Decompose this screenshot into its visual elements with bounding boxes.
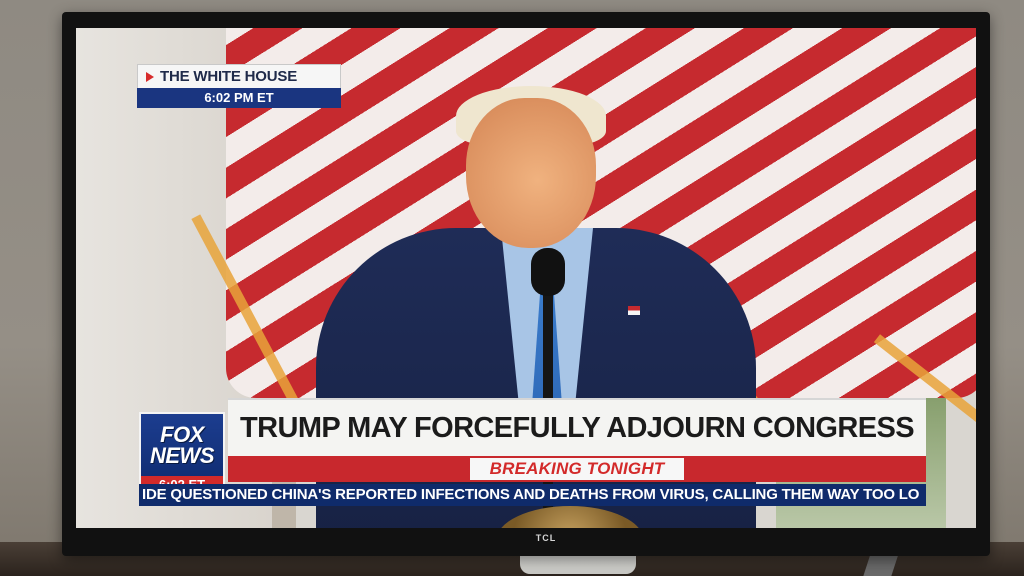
news-ticker: IDE QUESTIONED CHINA'S REPORTED INFECTIO… — [139, 484, 926, 506]
network-logo-top: FOX — [160, 422, 204, 447]
breaking-bar: BREAKING TONIGHT — [228, 456, 926, 482]
location-bug: THE WHITE HOUSE 6:02 PM ET — [137, 64, 341, 109]
flag-pin — [628, 306, 640, 315]
tv-screen: THE WHITE HOUSE 6:02 PM ET FOX NEWS 6:02… — [76, 28, 976, 528]
location-title-bar: THE WHITE HOUSE — [137, 64, 341, 88]
breaking-label: BREAKING TONIGHT — [469, 458, 685, 480]
tv-brand-logo: TCL — [535, 533, 557, 543]
headline-text: TRUMP MAY FORCEFULLY ADJOURN CONGRESS — [240, 411, 915, 444]
play-arrow-icon — [146, 71, 154, 82]
location-title: THE WHITE HOUSE — [160, 68, 298, 85]
headline-banner: TRUMP MAY FORCEFULLY ADJOURN CONGRESS — [228, 398, 926, 456]
speaker-head — [466, 98, 596, 248]
network-logo-text: FOX NEWS — [141, 422, 223, 468]
microphone-icon — [531, 248, 565, 296]
network-logo-bottom: NEWS — [150, 443, 215, 468]
location-time: 6:02 PM ET — [137, 88, 341, 108]
